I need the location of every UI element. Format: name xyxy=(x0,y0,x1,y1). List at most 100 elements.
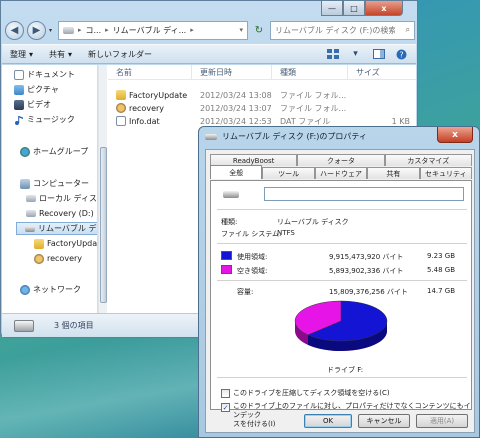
sidebar-item-label: ネットワーク xyxy=(33,285,81,294)
sidebar-item-local-disk[interactable]: ローカル ディス xyxy=(26,192,97,205)
filesystem-label: ファイル システム: xyxy=(221,230,282,238)
address-dropdown-icon[interactable]: ▾ xyxy=(239,26,243,34)
tab-hardware[interactable]: ハードウェア xyxy=(314,167,368,179)
recent-pages-dropdown-icon[interactable]: ▾ xyxy=(49,27,55,34)
share-menu[interactable]: 共有 ▾ xyxy=(49,49,72,60)
back-button[interactable]: ◀ xyxy=(5,20,24,40)
sidebar-item-factoryupdate[interactable]: FactoryUpdat xyxy=(34,237,97,250)
file-type: ファイル フォル... xyxy=(280,90,347,100)
divider xyxy=(217,209,467,210)
navigation-pane: ドキュメント ピクチャ ビデオ ミュージック ホームグループ コンピューター ロ… xyxy=(2,65,98,313)
close-button[interactable]: x xyxy=(365,1,403,16)
breadcrumb-separator-icon: ▸ xyxy=(105,26,109,34)
picture-icon xyxy=(14,84,24,95)
help-icon[interactable]: ? xyxy=(395,49,408,60)
new-folder-button[interactable]: 新しいフォルダー xyxy=(88,49,152,60)
sidebar-item-recovery-drive[interactable]: Recovery (D:) xyxy=(26,207,94,220)
table-row[interactable]: FactoryUpdate 2012/03/24 13:08 ファイル フォル.… xyxy=(108,89,416,101)
organize-menu[interactable]: 整理 ▾ xyxy=(10,49,33,60)
homegroup-icon xyxy=(20,146,30,157)
sidebar-item-computer[interactable]: コンピューター xyxy=(20,177,89,190)
maximize-button[interactable]: □ xyxy=(343,1,365,16)
dialog-body: ReadyBoost クォータ カスタマイズ 全般 ツール ハードウェア 共有 … xyxy=(205,149,475,433)
search-input[interactable] xyxy=(275,25,395,35)
scrollbar-thumb[interactable] xyxy=(100,147,107,303)
recovery-drive-icon xyxy=(26,210,36,217)
index-contents-checkbox[interactable]: ✓ xyxy=(221,403,230,412)
file-name: recovery xyxy=(129,103,165,113)
general-tab-panel: 種類: リムーバブル ディスク ファイル システム: NTFS 使用領域: 9,… xyxy=(210,180,472,428)
column-header-size[interactable]: サイズ xyxy=(348,65,416,79)
view-options-icon[interactable] xyxy=(326,49,339,60)
removable-disk-icon xyxy=(14,319,34,332)
apply-button[interactable]: 適用(A) xyxy=(416,414,468,428)
forward-button[interactable]: ▶ xyxy=(27,20,46,40)
file-date: 2012/03/24 13:07 xyxy=(200,103,272,113)
sidebar-item-homegroup[interactable]: ホームグループ xyxy=(20,145,88,158)
column-header-date[interactable]: 更新日時 xyxy=(192,65,272,79)
type-value: リムーバブル ディスク xyxy=(277,218,349,226)
tab-general[interactable]: 全般 xyxy=(210,165,263,179)
volume-label-input[interactable] xyxy=(264,187,464,201)
sidebar-item-documents[interactable]: ドキュメント xyxy=(14,68,75,81)
tab-customize[interactable]: カスタマイズ xyxy=(384,154,472,166)
file-name-cell: Info.dat xyxy=(108,116,192,126)
caption-buttons: — □ x xyxy=(321,1,403,16)
tab-sharing[interactable]: 共有 xyxy=(367,167,420,179)
disk-usage-chart xyxy=(291,297,391,361)
file-type: DAT ファイル xyxy=(280,116,331,126)
file-date: 2012/03/24 13:08 xyxy=(200,90,272,100)
sidebar-item-label: ドキュメント xyxy=(27,70,75,79)
address-bar[interactable]: ▸ コ... ▸ リムーバブル ディ... ▸ ▾ xyxy=(58,20,248,40)
breadcrumb-removable-disk[interactable]: リムーバブル ディ... xyxy=(113,25,187,36)
sidebar-item-removable-disk[interactable]: リムーバブル デ xyxy=(16,222,97,235)
used-space-gb: 9.23 GB xyxy=(427,252,456,260)
cancel-button[interactable]: キャンセル xyxy=(358,414,410,428)
sidebar-item-label: ホームグループ xyxy=(33,147,89,156)
file-name: FactoryUpdate xyxy=(129,90,188,100)
navigation-scrollbar[interactable] xyxy=(98,65,107,313)
preview-pane-icon[interactable] xyxy=(372,49,385,60)
chevron-down-icon[interactable]: ▾ xyxy=(349,49,362,60)
sidebar-item-videos[interactable]: ビデオ xyxy=(14,98,51,111)
command-bar: 整理 ▾ 共有 ▾ 新しいフォルダー ▾ ? xyxy=(2,44,416,64)
tab-quota[interactable]: クォータ xyxy=(297,154,385,166)
local-disk-icon xyxy=(26,195,36,202)
dialog-title-bar: リムーバブル ディスク (F:)のプロパティ xyxy=(205,131,367,142)
folder-icon xyxy=(34,238,44,249)
chevron-down-icon: ▾ xyxy=(68,49,73,59)
breadcrumb-computer[interactable]: コ... xyxy=(86,25,102,36)
ok-button[interactable]: OK xyxy=(304,414,352,428)
drive-letter-label: ドライブ F: xyxy=(327,366,364,374)
sidebar-item-music[interactable]: ミュージック xyxy=(14,113,75,126)
file-name-cell: FactoryUpdate xyxy=(108,90,192,100)
tab-security[interactable]: セキュリティ xyxy=(419,167,473,179)
sidebar-item-pictures[interactable]: ピクチャ xyxy=(14,83,59,96)
sidebar-item-label: コンピューター xyxy=(33,179,89,188)
table-row[interactable]: recovery 2012/03/24 13:07 ファイル フォル... xyxy=(108,102,416,114)
sidebar-item-network[interactable]: ネットワーク xyxy=(20,283,81,296)
svg-text:?: ? xyxy=(399,50,403,59)
dialog-close-button[interactable]: x xyxy=(437,127,473,143)
column-header-name[interactable]: 名前 xyxy=(108,65,192,79)
sidebar-item-label: ピクチャ xyxy=(27,85,59,94)
search-icon[interactable]: ⌕ xyxy=(406,25,410,35)
sidebar-item-label: Recovery (D:) xyxy=(39,209,94,218)
sidebar-item-recovery[interactable]: recovery xyxy=(34,252,82,265)
minimize-button[interactable]: — xyxy=(321,1,343,16)
search-box[interactable]: ⌕ xyxy=(270,20,415,40)
breadcrumb-separator-icon: ▸ xyxy=(190,26,194,34)
sidebar-item-label: ミュージック xyxy=(27,115,75,124)
properties-dialog: リムーバブル ディスク (F:)のプロパティ x ReadyBoost クォータ… xyxy=(198,126,480,438)
compress-drive-label: このドライブを圧縮してディスク領域を空ける(C) xyxy=(233,389,390,397)
column-header-type[interactable]: 種類 xyxy=(272,65,348,79)
document-icon xyxy=(14,69,24,80)
free-space-label: 空き領域: xyxy=(237,267,268,275)
compress-drive-checkbox[interactable] xyxy=(221,389,230,398)
drive-icon xyxy=(63,26,74,34)
tab-tools[interactable]: ツール xyxy=(262,167,315,179)
removable-disk-icon xyxy=(25,225,35,232)
divider xyxy=(217,280,467,281)
file-type: ファイル フォル... xyxy=(280,103,347,113)
refresh-icon[interactable]: ↻ xyxy=(251,21,267,40)
